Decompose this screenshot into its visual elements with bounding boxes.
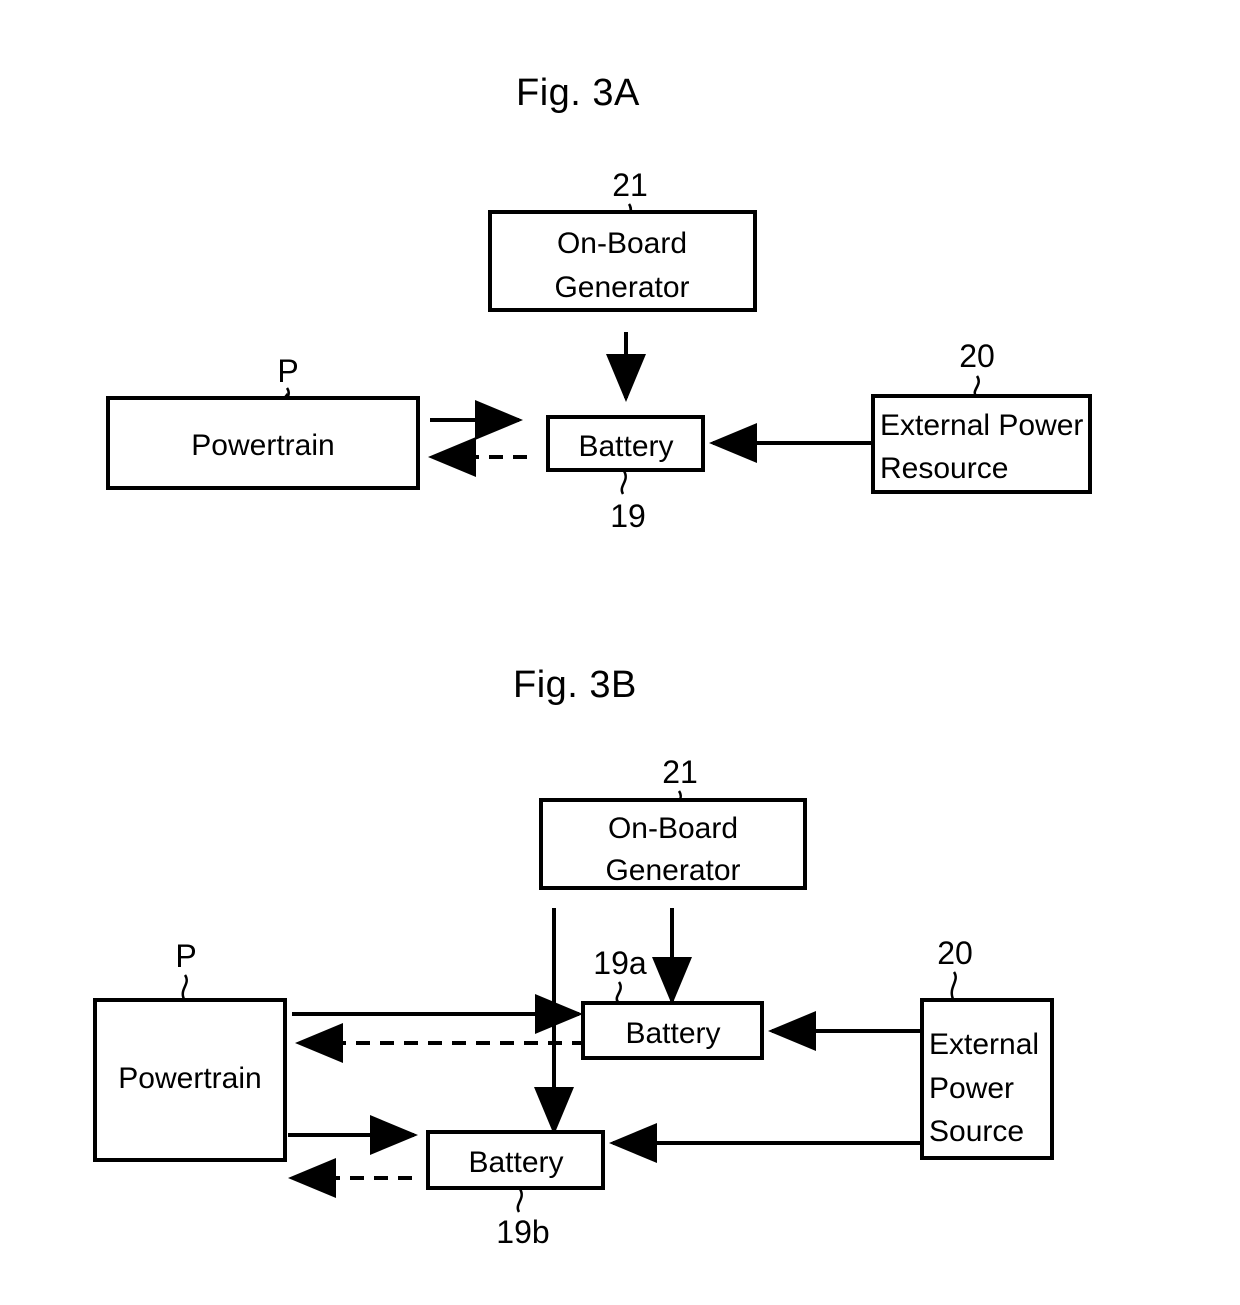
fig3a-external-label-2: Resource xyxy=(880,452,1008,485)
fig3b-external-ref: 20 xyxy=(937,935,973,971)
fig3b-powertrain-ref: P xyxy=(175,938,196,974)
fig3b-battery-a-label: Battery xyxy=(625,1017,720,1050)
fig3a-external-ref: 20 xyxy=(959,338,995,374)
fig3b-battery-b-ref: 19b xyxy=(496,1214,549,1250)
fig3b-battery-b-label: Battery xyxy=(468,1146,563,1179)
fig3b-generator-label-2: Generator xyxy=(605,854,740,887)
fig3a-powertrain-label: Powertrain xyxy=(191,429,334,462)
figure-3b-title: Fig. 3B xyxy=(513,664,637,706)
fig3a-battery-label: Battery xyxy=(578,430,673,463)
fig3a-generator-label-2: Generator xyxy=(554,271,689,304)
fig3a-generator-label-1: On-Board xyxy=(557,227,687,260)
patent-figure-sheet: Fig. 3A 21 On-Board Generator P Powertra… xyxy=(0,0,1240,1305)
figure-3a-title: Fig. 3A xyxy=(516,72,640,114)
fig3b-external-label-1: External xyxy=(929,1028,1039,1061)
fig3a-battery-ref: 19 xyxy=(610,498,646,534)
fig3b-external-label-3: Source xyxy=(929,1115,1024,1148)
fig3b-external-label-2: Power xyxy=(929,1072,1014,1105)
fig3a-generator-ref: 21 xyxy=(612,167,648,203)
fig3b-battery-a-ref: 19a xyxy=(593,945,647,981)
fig3a-powertrain-ref: P xyxy=(277,353,298,389)
fig3b-generator-label-1: On-Board xyxy=(608,812,738,845)
fig3a-external-label-1: External Power xyxy=(880,409,1083,442)
fig3b-powertrain-label: Powertrain xyxy=(118,1062,261,1095)
fig3b-generator-ref: 21 xyxy=(662,754,698,790)
